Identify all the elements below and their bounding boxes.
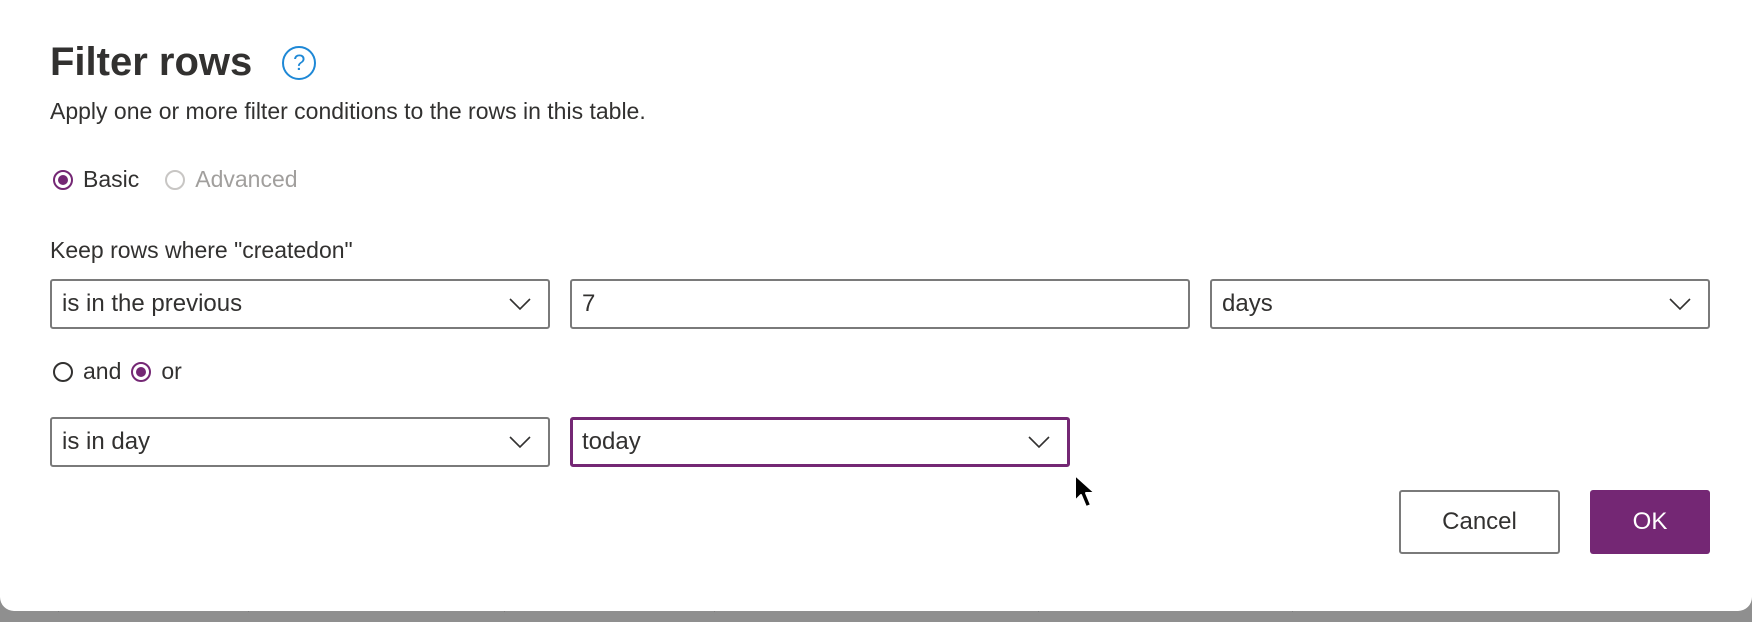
radio-unchecked-icon bbox=[165, 169, 186, 190]
radio-advanced[interactable]: Advanced bbox=[165, 166, 298, 193]
radio-or[interactable]: or bbox=[131, 358, 182, 385]
condition2-value-dropdown[interactable]: today bbox=[570, 417, 1070, 467]
condition2-operator-value: is in day bbox=[62, 428, 151, 455]
radio-basic-label: Basic bbox=[83, 166, 140, 192]
chevron-down-icon bbox=[1028, 436, 1050, 449]
help-question-icon[interactable]: ? bbox=[282, 45, 317, 80]
condition1-value-text: 7 bbox=[582, 290, 596, 317]
radio-advanced-label: Advanced bbox=[195, 166, 298, 192]
condition2-value-text: today bbox=[582, 428, 641, 455]
condition1-operator-value: is in the previous bbox=[62, 290, 243, 317]
radio-and[interactable]: and bbox=[53, 358, 121, 385]
radio-and-label: and bbox=[83, 358, 122, 384]
chevron-down-icon bbox=[509, 298, 531, 311]
radio-unchecked-icon bbox=[53, 361, 73, 382]
logic-radio-group: and or bbox=[53, 358, 192, 385]
filter-rows-dialog: Filter rows ? Apply one or more filter c… bbox=[0, 0, 1752, 611]
mouse-pointer-icon bbox=[1074, 474, 1096, 508]
radio-basic[interactable]: Basic bbox=[53, 166, 139, 193]
ok-button[interactable]: OK bbox=[1590, 490, 1710, 554]
chevron-down-icon bbox=[1669, 298, 1691, 311]
condition1-value-input[interactable]: 7 bbox=[570, 279, 1190, 329]
condition1-unit-dropdown[interactable]: days bbox=[1210, 279, 1710, 329]
condition1-unit-value: days bbox=[1222, 290, 1273, 317]
condition-column-label: Keep rows where "createdon" bbox=[50, 237, 353, 263]
radio-checked-icon bbox=[53, 169, 73, 190]
dialog-subtitle: Apply one or more filter conditions to t… bbox=[50, 98, 646, 124]
cancel-button[interactable]: Cancel bbox=[1399, 490, 1560, 554]
dialog-header: Filter rows ? bbox=[50, 40, 317, 85]
condition1-operator-dropdown[interactable]: is in the previous bbox=[50, 279, 550, 329]
radio-checked-icon bbox=[131, 361, 152, 382]
mode-radio-group: Basic Advanced bbox=[53, 166, 324, 193]
chevron-down-icon bbox=[509, 436, 531, 449]
condition2-operator-dropdown[interactable]: is in day bbox=[50, 417, 550, 467]
radio-or-label: or bbox=[161, 358, 182, 384]
dialog-title: Filter rows bbox=[50, 40, 253, 84]
